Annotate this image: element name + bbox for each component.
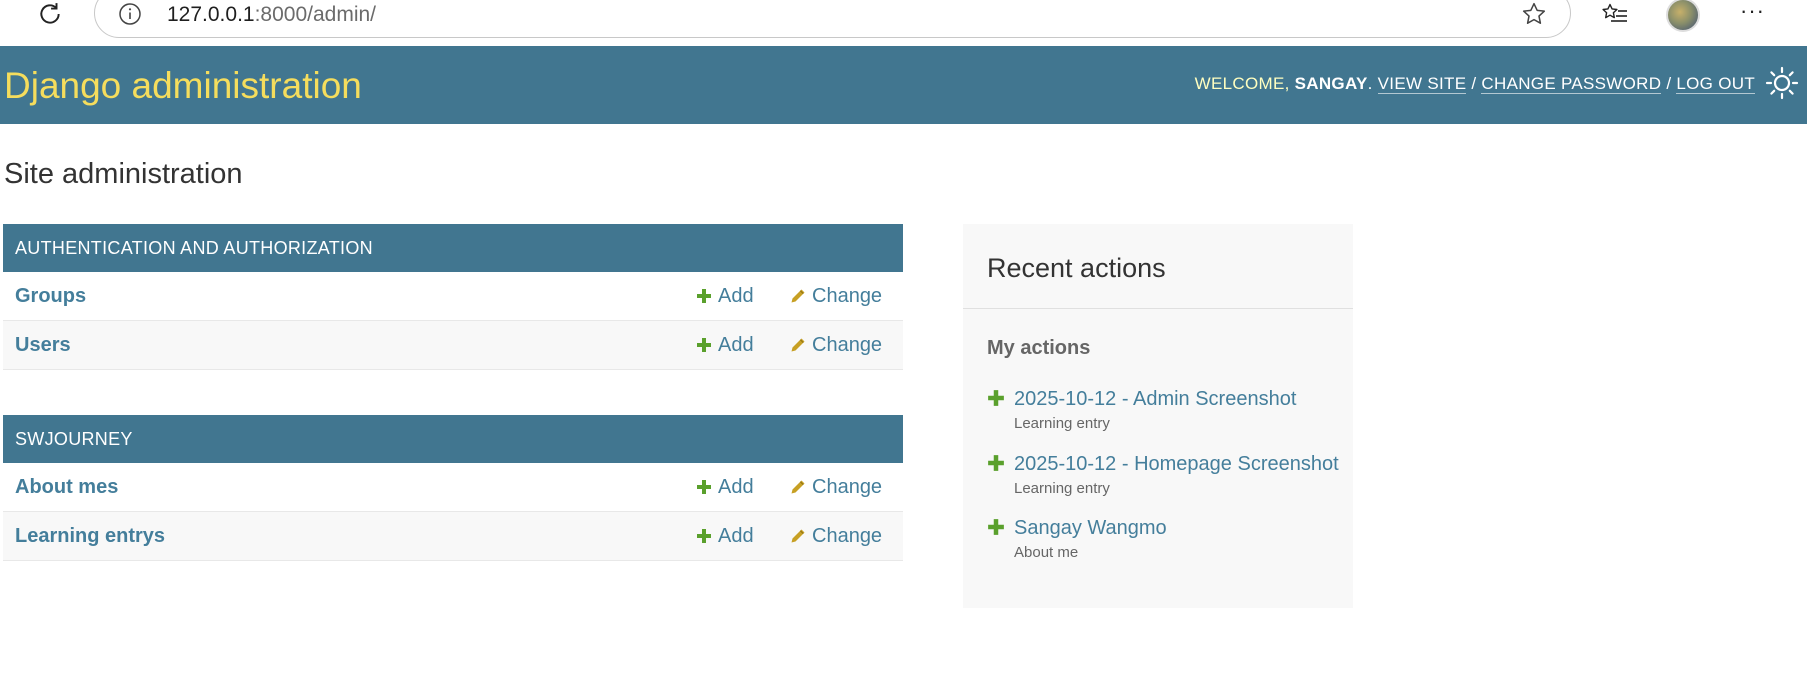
url-text[interactable]: 127.0.0.1:8000/admin/ (167, 2, 376, 28)
plus-icon (988, 390, 1004, 406)
plus-icon (697, 529, 711, 543)
recent-action-link[interactable]: Sangay Wangmo (1014, 516, 1167, 540)
app-module-swjourney: SWJOURNEY About mes Add Change Learning … (3, 415, 903, 561)
model-row-users: Users Add Change (3, 321, 903, 370)
info-icon[interactable] (118, 2, 142, 26)
separator: / (1471, 74, 1477, 93)
model-link-users[interactable]: Users (15, 333, 71, 357)
pencil-icon (791, 289, 805, 303)
change-label: Change (812, 525, 883, 547)
add-link[interactable]: Add (696, 284, 754, 308)
add-label: Add (718, 525, 754, 547)
model-link-groups[interactable]: Groups (15, 284, 86, 308)
recent-action-type: Learning entry (1014, 480, 1110, 497)
favorites-list-icon[interactable] (1601, 1, 1629, 27)
plus-icon (697, 338, 711, 352)
more-options-icon[interactable]: ··· (1740, 0, 1764, 28)
log-out-link[interactable]: LOG OUT (1676, 74, 1755, 94)
change-label: Change (812, 285, 883, 307)
separator: / (1666, 74, 1672, 93)
plus-icon (988, 455, 1004, 471)
add-label: Add (718, 285, 754, 307)
browser-toolbar: 127.0.0.1:8000/admin/ ··· (0, 0, 1807, 46)
username: SANGAY (1294, 74, 1368, 93)
site-branding[interactable]: Django administration (4, 66, 362, 106)
model-link-learning-entrys[interactable]: Learning entrys (15, 524, 165, 548)
plus-icon (697, 289, 711, 303)
add-link[interactable]: Add (696, 524, 754, 548)
recent-action-type: Learning entry (1014, 415, 1110, 432)
reload-icon[interactable] (34, 0, 66, 28)
recent-actions-panel: Recent actions My actions 2025-10-12 - A… (963, 224, 1353, 608)
model-row-groups: Groups Add Change (3, 272, 903, 321)
model-row-learning-entrys: Learning entrys Add Change (3, 512, 903, 561)
recent-action-type: About me (1014, 544, 1079, 561)
recent-action-link[interactable]: 2025-10-12 - Admin Screenshot (1014, 387, 1296, 411)
add-label: Add (718, 334, 754, 356)
model-row-about-mes: About mes Add Change (3, 463, 903, 512)
add-link[interactable]: Add (696, 475, 754, 499)
my-actions-heading: My actions (987, 337, 1091, 359)
change-link[interactable]: Change (790, 524, 882, 548)
divider (963, 308, 1353, 309)
pencil-icon (791, 529, 805, 543)
theme-toggle-sun-icon[interactable] (1765, 66, 1799, 100)
app-module-auth: AUTHENTICATION AND AUTHORIZATION Groups … (3, 224, 903, 370)
url-host: 127.0.0.1 (167, 3, 255, 26)
change-link[interactable]: Change (790, 284, 882, 308)
plus-icon (697, 480, 711, 494)
change-link[interactable]: Change (790, 475, 882, 499)
change-link[interactable]: Change (790, 333, 882, 357)
change-label: Change (812, 334, 883, 356)
site-header: Django administration WELCOME, SANGAY. V… (0, 46, 1807, 124)
recent-action-link[interactable]: 2025-10-12 - Homepage Screenshot (1014, 452, 1339, 476)
welcome-text: WELCOME, (1194, 74, 1295, 93)
profile-avatar[interactable] (1666, 0, 1700, 32)
url-path: :8000/admin/ (254, 3, 377, 26)
view-site-link[interactable]: VIEW SITE (1377, 74, 1467, 94)
pencil-icon (791, 338, 805, 352)
pencil-icon (791, 480, 805, 494)
model-link-about-mes[interactable]: About mes (15, 475, 118, 499)
plus-icon (988, 519, 1004, 535)
app-caption[interactable]: AUTHENTICATION AND AUTHORIZATION (3, 224, 903, 272)
add-link[interactable]: Add (696, 333, 754, 357)
change-label: Change (812, 476, 883, 498)
app-caption[interactable]: SWJOURNEY (3, 415, 903, 463)
recent-actions-title: Recent actions (987, 253, 1166, 283)
change-password-link[interactable]: CHANGE PASSWORD (1481, 74, 1662, 94)
add-label: Add (718, 476, 754, 498)
page-title: Site administration (4, 158, 243, 190)
favorite-star-icon[interactable] (1521, 1, 1547, 27)
user-tools: WELCOME, SANGAY. VIEW SITE / CHANGE PASS… (1194, 74, 1755, 94)
